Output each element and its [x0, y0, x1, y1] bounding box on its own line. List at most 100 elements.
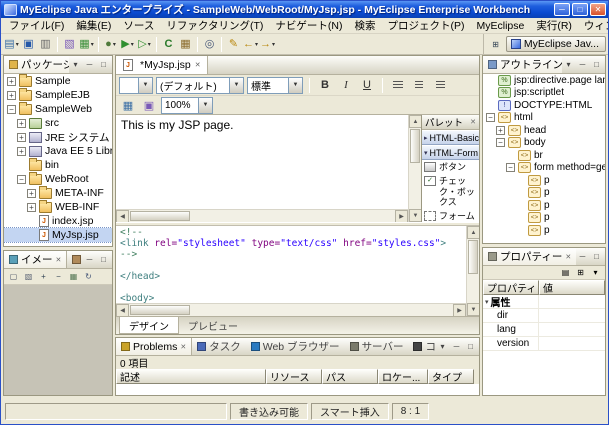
- tab-package-explorer[interactable]: パッケージ ✕: [4, 56, 69, 73]
- new-wizard-icon[interactable]: ▤▾: [3, 35, 20, 53]
- tree-item[interactable]: p: [483, 174, 605, 187]
- property-column-header-0[interactable]: プロパティ: [483, 280, 539, 295]
- minimize-view-icon[interactable]: ─: [576, 58, 589, 71]
- expander-icon[interactable]: −: [7, 105, 16, 114]
- menu-item[interactable]: MyEclipse: [470, 19, 530, 33]
- menu-item[interactable]: ウィンドウ(W): [578, 17, 609, 34]
- tab-outline[interactable]: アウトライン ✕: [483, 56, 562, 73]
- expander-icon[interactable]: +: [496, 126, 505, 135]
- tab-tasks[interactable]: タスク: [192, 338, 246, 355]
- tree-item[interactable]: +Java EE 5 Libraries: [4, 144, 112, 158]
- zoom-combo[interactable]: 100%▼: [161, 97, 213, 114]
- tree-item[interactable]: −html: [483, 112, 605, 125]
- close-editor-icon[interactable]: ✕: [195, 61, 201, 69]
- view-menu-icon[interactable]: ▾: [436, 340, 449, 353]
- tree-item[interactable]: −form method=get: [483, 162, 605, 175]
- chevron-down-icon[interactable]: ▼: [229, 78, 243, 93]
- tab-properties[interactable]: プロパティー ✕: [483, 248, 576, 265]
- tree-item[interactable]: p: [483, 212, 605, 225]
- tree-item[interactable]: MyJsp.jsp: [4, 228, 112, 242]
- minimize-view-icon[interactable]: ─: [450, 340, 463, 353]
- tree-item[interactable]: jsp:scriptlet: [483, 87, 605, 100]
- source-editor[interactable]: <!--<link rel="stylesheet" type="text/cs…: [116, 226, 466, 303]
- last-edit-location-icon[interactable]: ✎: [225, 35, 242, 53]
- new-package-icon[interactable]: ▦: [177, 35, 194, 53]
- tree-item[interactable]: +src: [4, 116, 112, 130]
- tree-item[interactable]: +META-INF: [4, 186, 112, 200]
- palette-item-form[interactable]: フォーム: [422, 209, 479, 222]
- chevron-down-icon[interactable]: ▾: [113, 41, 116, 48]
- problems-table-body[interactable]: [116, 384, 479, 395]
- maximize-view-icon[interactable]: □: [464, 340, 477, 353]
- tree-item[interactable]: p: [483, 187, 605, 200]
- debug-icon[interactable]: ●▾: [102, 35, 119, 53]
- forward-icon[interactable]: →▾: [259, 35, 276, 53]
- back-icon[interactable]: ←▾: [242, 35, 259, 53]
- source-horizontal-scrollbar[interactable]: ◀▶: [116, 303, 466, 316]
- expander-icon[interactable]: −: [486, 113, 495, 122]
- minimize-view-icon[interactable]: ─: [576, 250, 589, 263]
- italic-button[interactable]: I: [337, 77, 355, 94]
- expander-icon[interactable]: +: [27, 203, 36, 212]
- minimize-view-icon[interactable]: ─: [83, 253, 96, 266]
- run-icon[interactable]: ▶▾: [119, 35, 136, 53]
- tree-item[interactable]: br: [483, 149, 605, 162]
- column-header-path[interactable]: パス: [322, 369, 378, 384]
- expander-icon[interactable]: +: [7, 91, 16, 100]
- menu-item[interactable]: プロジェクト(P): [381, 17, 470, 34]
- font-size-combo[interactable]: 標準▼: [247, 77, 303, 94]
- palette-section-html-basic[interactable]: ▸HTML-Basic: [422, 130, 479, 145]
- expander-icon[interactable]: +: [17, 147, 26, 156]
- tree-item[interactable]: +head: [483, 124, 605, 137]
- tab-design[interactable]: デザイン: [119, 317, 179, 334]
- insert-image-icon[interactable]: ▣: [140, 97, 158, 114]
- editor-tab-myjsp[interactable]: *MyJsp.jsp ✕: [116, 56, 208, 74]
- tree-item[interactable]: −SampleWeb: [4, 102, 112, 116]
- tree-item[interactable]: +Sample: [4, 74, 112, 88]
- print-icon[interactable]: ▥: [37, 35, 54, 53]
- marquee-tool-icon[interactable]: ▧: [22, 270, 35, 283]
- minimize-view-icon[interactable]: ─: [83, 58, 96, 71]
- select-tool-icon[interactable]: ▢: [7, 270, 20, 283]
- minimize-button[interactable]: ─: [554, 3, 570, 16]
- chevron-down-icon[interactable]: ▼: [138, 78, 152, 93]
- property-row[interactable]: dir: [483, 309, 605, 323]
- chevron-down-icon[interactable]: ▾: [255, 41, 258, 48]
- tab-preview[interactable]: プレビュー: [179, 317, 247, 334]
- maximize-view-icon[interactable]: □: [97, 253, 110, 266]
- expander-icon[interactable]: −: [506, 163, 515, 172]
- view-menu-icon[interactable]: ▾: [69, 58, 82, 71]
- tree-item[interactable]: bin: [4, 158, 112, 172]
- chevron-down-icon[interactable]: ▼: [198, 98, 212, 113]
- show-advanced-properties-icon[interactable]: ▤: [559, 266, 572, 279]
- expander-icon[interactable]: +: [17, 119, 26, 128]
- menu-item[interactable]: 検索: [348, 17, 381, 34]
- menu-item[interactable]: ナビゲート(N): [269, 17, 348, 34]
- open-perspective-icon[interactable]: ⊞: [489, 38, 502, 51]
- tree-item[interactable]: +SampleEJB: [4, 88, 112, 102]
- maximize-view-icon[interactable]: □: [590, 58, 603, 71]
- tree-item[interactable]: jsp:directive.page language=java: [483, 74, 605, 87]
- refresh-icon[interactable]: ↻: [82, 270, 95, 283]
- deploy-project-icon[interactable]: ▧: [61, 35, 78, 53]
- property-row[interactable]: version: [483, 337, 605, 351]
- external-tools-icon[interactable]: ▷▾: [136, 35, 153, 53]
- align-right-button[interactable]: [431, 77, 449, 94]
- tree-item[interactable]: −body: [483, 137, 605, 150]
- new-java-class-icon[interactable]: C: [160, 35, 177, 53]
- chevron-down-icon[interactable]: ▾: [16, 41, 19, 48]
- chevron-down-icon[interactable]: ▾: [91, 41, 94, 48]
- design-canvas[interactable]: This is my JSP page.: [116, 115, 408, 209]
- tab-problems[interactable]: Problems✕: [116, 338, 192, 355]
- view-menu-icon[interactable]: ▾: [562, 58, 575, 71]
- expander-icon[interactable]: −: [496, 138, 505, 147]
- grid-icon[interactable]: ▦: [67, 270, 80, 283]
- menu-item[interactable]: 実行(R): [530, 17, 578, 34]
- run-server-icon[interactable]: ▦▾: [78, 35, 95, 53]
- restore-default-value-icon[interactable]: ⊞: [574, 266, 587, 279]
- expander-icon[interactable]: +: [27, 189, 36, 198]
- palette-section-html-form[interactable]: ▾HTML-Form: [422, 145, 479, 160]
- tab-servers[interactable]: サーバー: [345, 338, 409, 355]
- menu-item[interactable]: ソース: [117, 17, 160, 34]
- perspective-button-myeclipse[interactable]: MyEclipse Jav...: [506, 36, 606, 52]
